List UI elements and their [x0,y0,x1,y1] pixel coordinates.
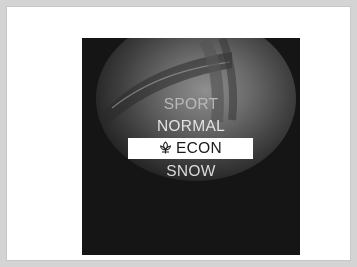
page-frame: SPORT NORMAL ECON SNOW [6,6,351,261]
mode-item-snow[interactable]: SNOW [82,162,300,181]
mode-item-econ-selected[interactable]: ECON [128,138,253,159]
econ-leaf-icon [159,141,172,154]
mode-item-econ-label: ECON [176,140,222,157]
mode-item-normal[interactable]: NORMAL [82,117,300,136]
mode-item-sport[interactable]: SPORT [82,95,300,114]
drive-mode-display: SPORT NORMAL ECON SNOW [82,38,300,255]
